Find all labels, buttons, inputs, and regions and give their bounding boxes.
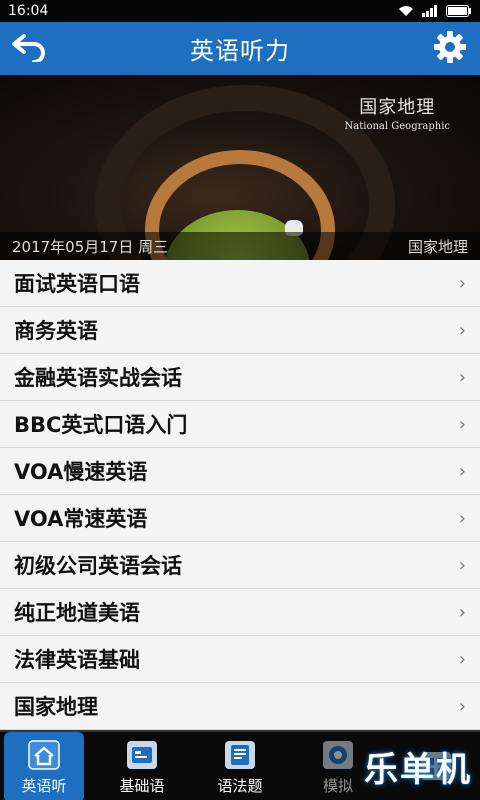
list-item-label: 面试英语口语 bbox=[14, 272, 140, 296]
list-item[interactable]: 商务英语 › bbox=[0, 307, 480, 354]
back-button[interactable] bbox=[0, 22, 60, 75]
list-item-label: 金融英语实战会话 bbox=[14, 366, 182, 390]
tab-listening[interactable]: 英语听 bbox=[4, 732, 84, 800]
list-item-label: 初级公司英语会话 bbox=[14, 554, 182, 578]
doc-icon bbox=[223, 738, 257, 772]
tab-basics[interactable]: 基础语 bbox=[102, 732, 182, 800]
list-item-label: 纯正地道美语 bbox=[14, 601, 140, 625]
target-icon bbox=[321, 738, 355, 772]
back-arrow-icon bbox=[12, 32, 48, 66]
tab-grammar[interactable]: 语法题 bbox=[200, 732, 280, 800]
tab-label: 英语听 bbox=[21, 777, 67, 795]
list-item[interactable]: VOA慢速英语 › bbox=[0, 448, 480, 495]
gear-icon bbox=[432, 29, 468, 69]
status-bar: 16:04 bbox=[0, 0, 480, 22]
list-item[interactable]: 初级公司英语会话 › bbox=[0, 542, 480, 589]
list-item-label: BBC英式口语入门 bbox=[14, 413, 188, 437]
banner-category: 国家地理 bbox=[407, 237, 468, 256]
natgeo-logo-en: National Geographic bbox=[344, 121, 450, 132]
chevron-right-icon: › bbox=[458, 507, 466, 529]
chevron-right-icon: › bbox=[458, 366, 466, 388]
tab-label: 语法题 bbox=[217, 777, 263, 795]
banner-caption: 2017年05月17日 周三 国家地理 bbox=[0, 232, 480, 260]
watermark-logo: 乐单机 bbox=[364, 750, 472, 790]
list-item-label: VOA常速英语 bbox=[14, 507, 148, 531]
status-time: 16:04 bbox=[8, 3, 49, 19]
tab-label: 基础语 bbox=[119, 777, 165, 795]
card-icon bbox=[125, 738, 159, 772]
signal-icon bbox=[422, 5, 438, 17]
course-list: 面试英语口语 › 商务英语 › 金融英语实战会话 › BBC英式口语入门 › VOA慢速… bbox=[0, 260, 480, 730]
house-icon bbox=[27, 738, 61, 772]
list-item[interactable]: 法律英语基础 › bbox=[0, 636, 480, 683]
chevron-right-icon: › bbox=[458, 554, 466, 576]
page-title: 英语听力 bbox=[190, 37, 290, 65]
tab-label: 模拟 bbox=[322, 777, 353, 795]
app-header: 英语听力 bbox=[0, 22, 480, 75]
list-item[interactable]: 面试英语口语 › bbox=[0, 260, 480, 307]
list-item-label: 国家地理 bbox=[14, 695, 98, 719]
settings-button[interactable] bbox=[420, 22, 480, 75]
natgeo-logo: 国家地理 National Geographic bbox=[345, 93, 450, 132]
list-item-label: 商务英语 bbox=[14, 319, 98, 343]
battery-icon bbox=[446, 5, 472, 17]
banner-date: 2017年05月17日 周三 bbox=[12, 237, 169, 256]
chevron-right-icon: › bbox=[458, 601, 466, 623]
list-item[interactable]: 纯正地道美语 › bbox=[0, 589, 480, 636]
chevron-right-icon: › bbox=[458, 460, 466, 482]
chevron-right-icon: › bbox=[458, 319, 466, 341]
list-item[interactable]: BBC英式口语入门 › bbox=[0, 401, 480, 448]
featured-banner[interactable]: 国家地理 National Geographic 2017年05月17日 周三 … bbox=[0, 75, 480, 260]
natgeo-logo-cn: 国家地理 bbox=[359, 97, 436, 118]
list-item-label: VOA慢速英语 bbox=[14, 460, 148, 484]
list-item[interactable]: 国家地理 › bbox=[0, 683, 480, 730]
chevron-right-icon: › bbox=[458, 413, 466, 435]
list-item-label: 法律英语基础 bbox=[14, 648, 140, 672]
wifi-icon bbox=[398, 5, 414, 17]
chevron-right-icon: › bbox=[458, 272, 466, 294]
chevron-right-icon: › bbox=[458, 648, 466, 670]
list-item[interactable]: VOA常速英语 › bbox=[0, 495, 480, 542]
chevron-right-icon: › bbox=[458, 695, 466, 717]
list-item[interactable]: 金融英语实战会话 › bbox=[0, 354, 480, 401]
